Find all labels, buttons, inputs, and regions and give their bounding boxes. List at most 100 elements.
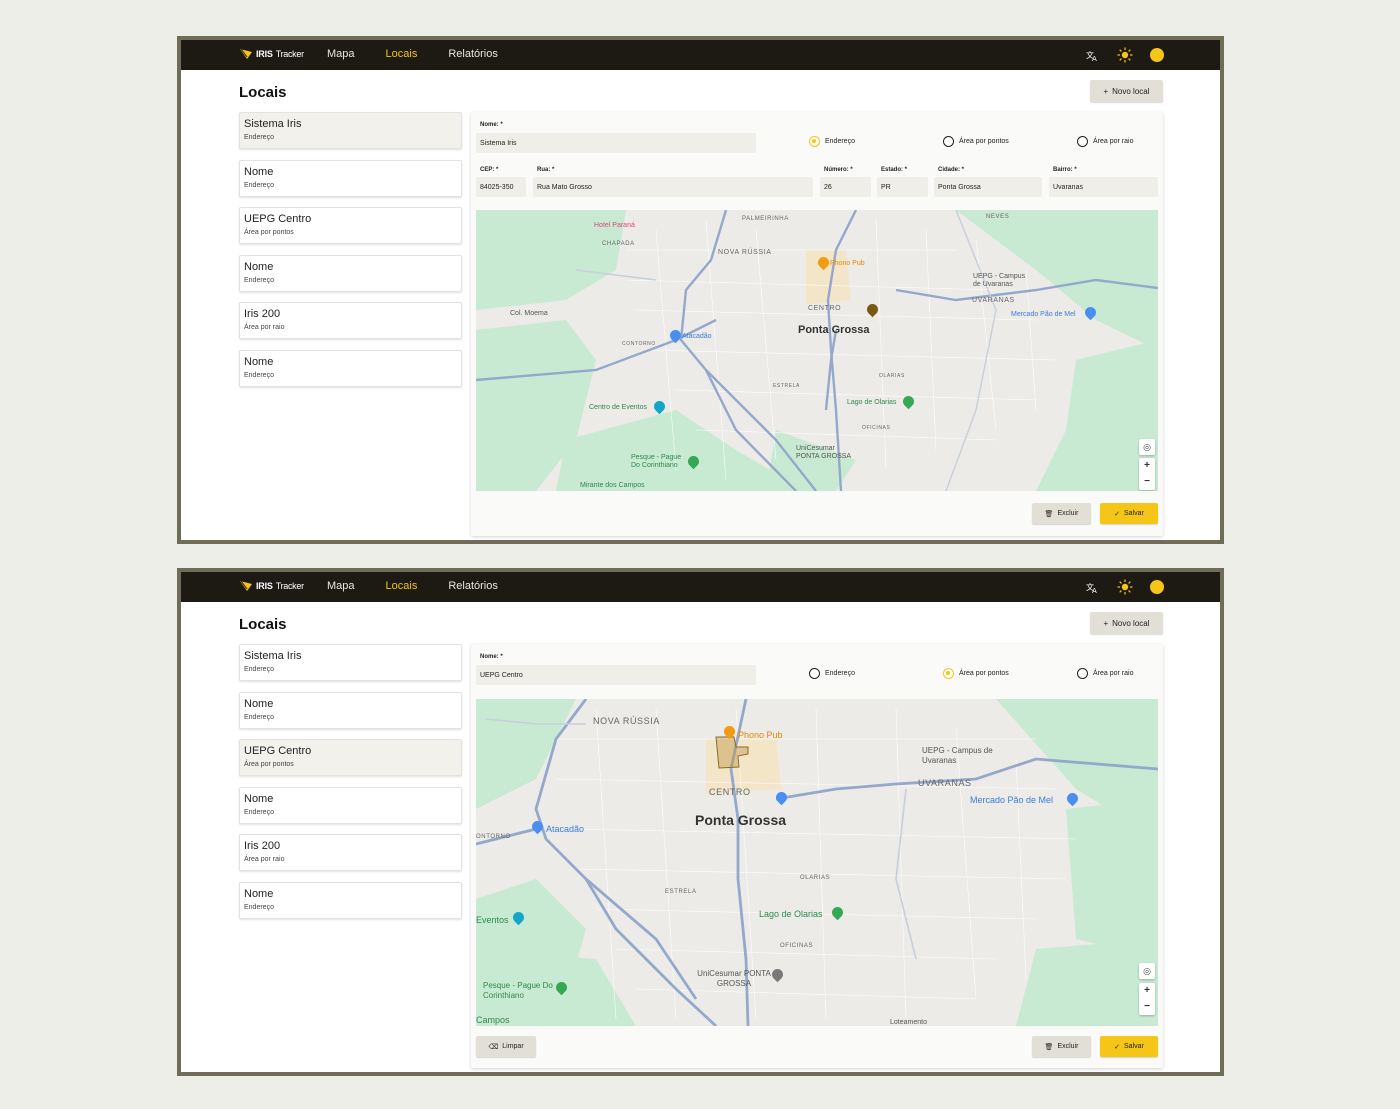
iris-logo-icon (240, 580, 252, 591)
iris-logo-icon (240, 48, 252, 59)
location-form: Nome: * Sistema Iris Endereço Área por p… (471, 112, 1163, 536)
map-label-mercado: Mercado Pão de Mel (1011, 311, 1076, 318)
name-field[interactable]: Sistema Iris (476, 133, 756, 153)
list-item[interactable]: Nome Endereço (239, 349, 462, 387)
radio-radius[interactable]: Área por raio (1077, 668, 1133, 679)
map-view[interactable]: NOVA RÚSSIA Phono Pub UEPG - Campus de U… (476, 699, 1158, 1026)
list-item[interactable]: UEPG Centro Área por pontos (239, 207, 462, 244)
street-field[interactable]: Rua Mato Grosso (533, 177, 813, 197)
nav-mapa[interactable]: Mapa (327, 580, 355, 592)
list-item[interactable]: Nome Endereço (239, 159, 462, 197)
map-label-lago: Lago de Olarias (847, 399, 897, 406)
radio-label: Área por raio (1093, 670, 1134, 677)
crosshair-icon: ◎ (1143, 965, 1151, 976)
item-type: Endereço (244, 903, 274, 911)
brand-logo[interactable]: IRIS Tracker (239, 48, 304, 60)
radio-points[interactable]: Área por pontos (943, 136, 1009, 147)
list-item[interactable]: Sistema Iris Endereço (239, 644, 462, 681)
check-icon: ✓ (1114, 1043, 1121, 1051)
list-item[interactable]: Iris 200 Área por raio (239, 302, 462, 339)
item-name: Nome (244, 260, 274, 273)
map-label-ponta-grossa: Ponta Grossa (695, 812, 787, 828)
item-name: Sistema Iris (244, 650, 302, 662)
trash-icon: 🗑 (1044, 1043, 1054, 1051)
sun-icon[interactable] (1117, 47, 1133, 63)
list-item[interactable]: Nome Endereço (239, 691, 462, 729)
svg-text:A: A (1092, 55, 1097, 62)
cep-label: CEP: * (480, 167, 499, 173)
name-field[interactable]: UEPG Centro (476, 665, 756, 685)
nav-locais[interactable]: Locais (386, 48, 418, 60)
map-label-oficinas: OFICINAS (780, 943, 814, 949)
zoom-in-button[interactable]: + (1144, 458, 1150, 474)
location-form: Nome: * UEPG Centro Endereço Área por po… (471, 644, 1163, 1068)
zoom-out-button[interactable]: − (1144, 999, 1150, 1015)
radio-radius[interactable]: Área por raio (1077, 136, 1133, 147)
district-field[interactable]: Uvaranas (1049, 177, 1158, 197)
main-nav: Mapa Locais Relatórios (327, 48, 529, 60)
clear-button[interactable]: ⌫ Limpar (476, 1036, 536, 1057)
name-label: Nome: * (480, 122, 503, 128)
list-item[interactable]: Nome Endereço (239, 786, 462, 824)
avatar[interactable] (1150, 48, 1164, 62)
list-item[interactable]: UEPG Centro Área por pontos (239, 739, 462, 776)
number-label: Número: * (824, 167, 853, 173)
radio-address[interactable]: Endereço (809, 136, 855, 147)
map-label-uvaranas: UVARANAS (918, 778, 972, 788)
map-label-ponta-grossa: Ponta Grossa (798, 324, 870, 336)
delete-button[interactable]: 🗑 Excluir (1032, 503, 1091, 524)
radio-unchecked-icon (809, 668, 820, 679)
brand-logo[interactable]: IRIS Tracker (239, 580, 304, 592)
my-location-button[interactable]: ◎ (1139, 439, 1155, 455)
radio-label: Área por pontos (959, 138, 1009, 145)
translate-icon[interactable]: 文A (1084, 47, 1100, 63)
map-label-uvaranas: UVARANAS (972, 297, 1015, 304)
radio-checked-icon (809, 136, 820, 147)
map-background (476, 699, 1158, 1026)
crosshair-icon: ◎ (1143, 441, 1151, 452)
screen-address: IRIS Tracker Mapa Locais Relatórios 文A L… (177, 36, 1224, 544)
brand-name-bold: IRIS (256, 49, 273, 59)
street-label: Rua: * (537, 167, 555, 173)
save-button[interactable]: ✓ Salvar (1100, 503, 1158, 524)
list-item[interactable]: Nome Endereço (239, 881, 462, 919)
new-location-label: Novo local (1112, 618, 1150, 628)
map-label-oficinas: OFICINAS (862, 425, 891, 431)
state-field[interactable]: PR (877, 177, 928, 197)
list-item[interactable]: Nome Endereço (239, 254, 462, 292)
zoom-out-button[interactable]: − (1144, 474, 1150, 490)
zoom-in-button[interactable]: + (1144, 983, 1150, 999)
item-type: Endereço (244, 276, 274, 284)
map-label-eventos: Eventos (476, 915, 509, 925)
check-icon: ✓ (1114, 510, 1121, 518)
map-label-atacadao: Atacadão (546, 824, 585, 834)
city-field[interactable]: Ponta Grossa (934, 177, 1042, 197)
list-item[interactable]: Sistema Iris Endereço (239, 112, 462, 149)
map-label-olarias: OLARIAS (879, 373, 905, 379)
delete-label: Excluir (1057, 1043, 1079, 1050)
radio-points[interactable]: Área por pontos (943, 668, 1009, 679)
nav-relatorios[interactable]: Relatórios (448, 48, 498, 60)
radio-label: Endereço (825, 138, 855, 145)
sun-icon[interactable] (1117, 579, 1133, 595)
page-title: Locais (239, 616, 287, 633)
map-label-unicesumar: UniCesumar PONTA GROSSA (796, 445, 852, 460)
avatar[interactable] (1150, 580, 1164, 594)
nav-locais[interactable]: Locais (386, 580, 418, 592)
delete-button[interactable]: 🗑 Excluir (1032, 1036, 1091, 1057)
radio-address[interactable]: Endereço (809, 668, 855, 679)
map-label-atacadao: Atacadão (682, 333, 712, 340)
number-field[interactable]: 26 (820, 177, 871, 197)
nav-relatorios[interactable]: Relatórios (448, 580, 498, 592)
map-view[interactable]: Hotel Paraná CHAPADA PALMEIRINHA NEVES N… (476, 210, 1158, 491)
list-item[interactable]: Iris 200 Área por raio (239, 834, 462, 871)
my-location-button[interactable]: ◎ (1139, 963, 1155, 979)
new-location-button[interactable]: + Novo local (1090, 80, 1163, 102)
cep-field[interactable]: 84025-350 (476, 177, 526, 197)
new-location-button[interactable]: + Novo local (1090, 612, 1163, 634)
map-label-palmeirinha: PALMEIRINHA (742, 216, 789, 222)
translate-icon[interactable]: 文A (1084, 579, 1100, 595)
nav-mapa[interactable]: Mapa (327, 48, 355, 60)
save-button[interactable]: ✓ Salvar (1100, 1036, 1158, 1057)
item-name: Sistema Iris (244, 118, 302, 130)
